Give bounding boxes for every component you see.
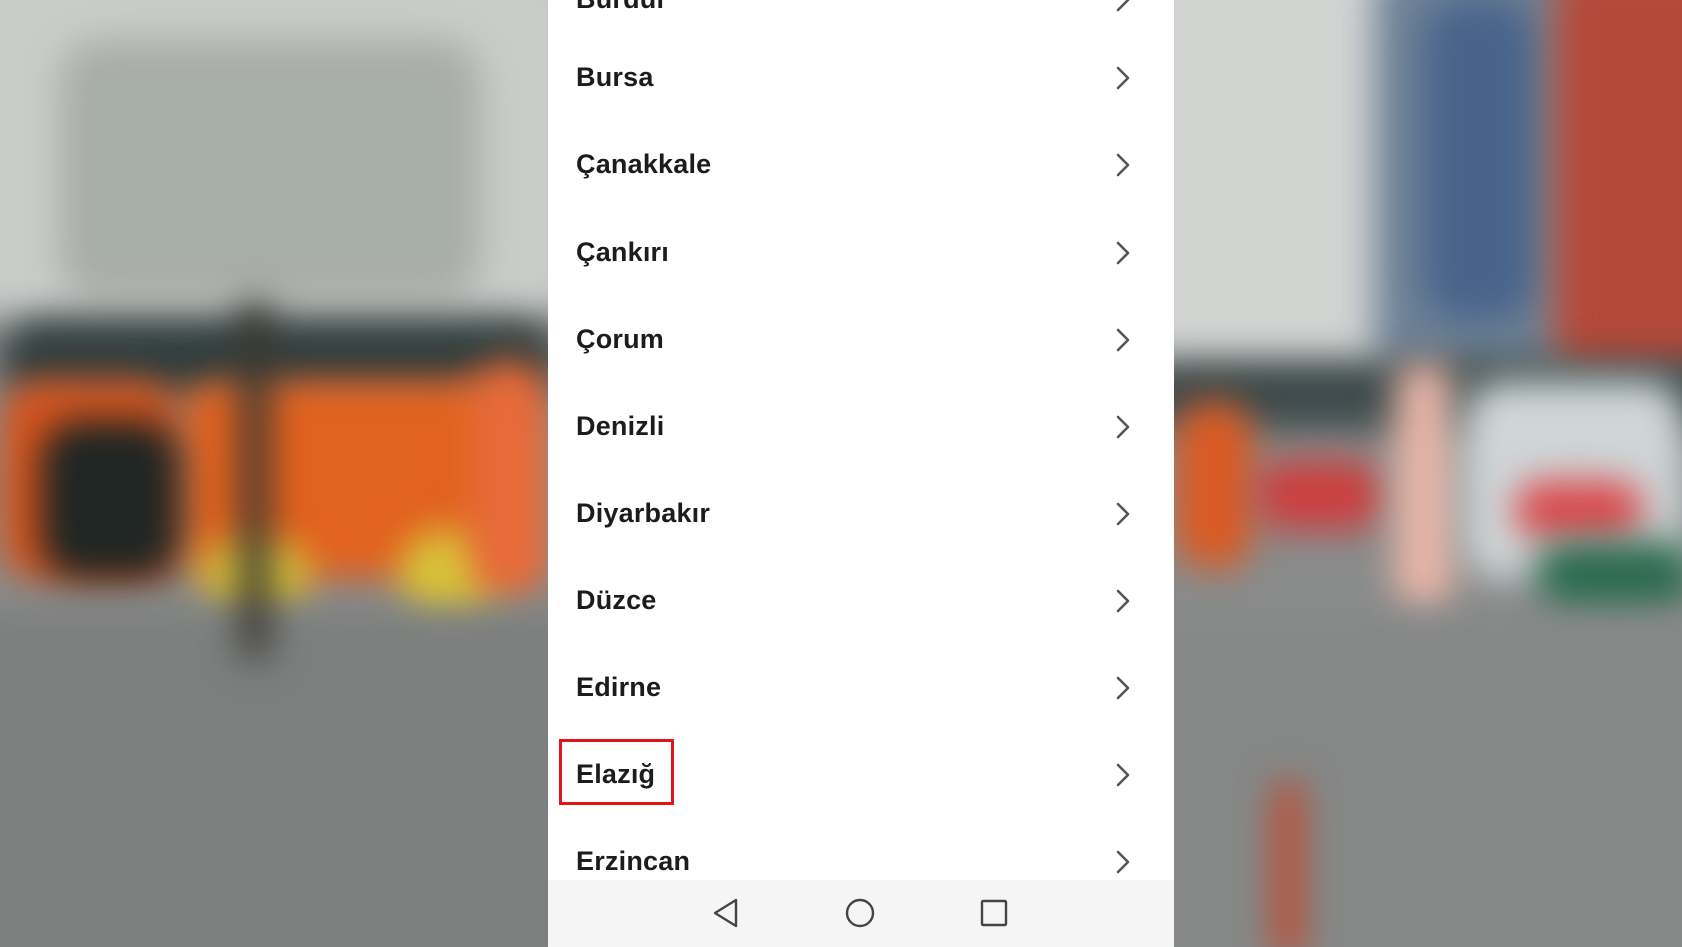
chevron-right-icon <box>1112 239 1134 267</box>
list-item-label: Düzce <box>576 585 657 615</box>
list-item-label: Erzincan <box>576 846 691 876</box>
list-item-label: Diyarbakır <box>576 498 711 528</box>
list-item[interactable]: Çorum <box>548 296 1174 383</box>
list-item[interactable]: Edirne <box>548 644 1174 731</box>
list-item-label: Çorum <box>576 324 664 354</box>
city-list: Burdur Bursa Çanakkale Çankırı <box>548 0 1174 880</box>
list-item-label: Çankırı <box>576 237 669 267</box>
screen: Burdur Bursa Çanakkale Çankırı <box>0 0 1682 947</box>
chevron-right-icon <box>1112 0 1134 14</box>
back-icon[interactable] <box>709 896 743 930</box>
list-item[interactable]: Düzce <box>548 557 1174 644</box>
chevron-right-icon <box>1112 500 1134 528</box>
city-list-panel: Burdur Bursa Çanakkale Çankırı <box>548 0 1174 947</box>
list-item-label: Çanakkale <box>576 149 712 179</box>
chevron-right-icon <box>1112 326 1134 354</box>
home-icon[interactable] <box>843 896 877 930</box>
list-item-label: Burdur <box>576 0 1112 15</box>
chevron-right-icon <box>1112 848 1134 876</box>
chevron-right-icon <box>1112 761 1134 789</box>
chevron-right-icon <box>1112 64 1134 92</box>
list-item-label: Edirne <box>576 672 662 702</box>
list-item[interactable]: Diyarbakır <box>548 470 1174 557</box>
list-item[interactable]: Çanakkale <box>548 121 1174 208</box>
list-item-label: Denizli <box>576 411 665 441</box>
list-item[interactable]: Denizli <box>548 383 1174 470</box>
chevron-right-icon <box>1112 587 1134 615</box>
list-item[interactable]: Bursa <box>548 34 1174 121</box>
chevron-right-icon <box>1112 674 1134 702</box>
blurred-background-left <box>0 0 548 947</box>
highlight-box <box>559 739 674 805</box>
list-item[interactable]: Erzincan <box>548 818 1174 880</box>
blurred-background-right <box>1174 0 1682 947</box>
list-item[interactable]: Çankırı <box>548 209 1174 296</box>
list-item-label: Bursa <box>576 62 654 92</box>
chevron-right-icon <box>1112 151 1134 179</box>
chevron-right-icon <box>1112 413 1134 441</box>
recents-icon[interactable] <box>977 896 1011 930</box>
